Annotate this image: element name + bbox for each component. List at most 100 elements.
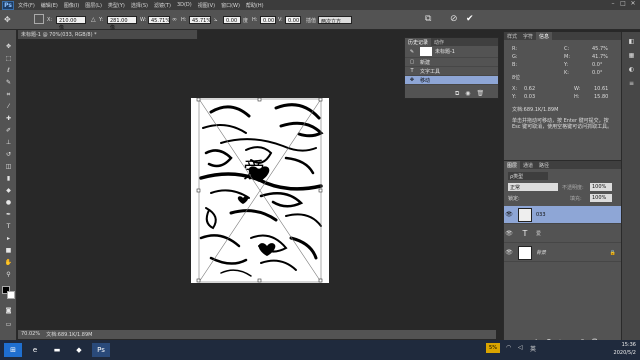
warp-icon[interactable]: ⧉ <box>425 14 431 24</box>
tab-styles[interactable]: 样式 <box>504 32 520 40</box>
v-skew-field[interactable]: 0.00 <box>285 16 301 24</box>
blur-icon[interactable]: ◆ <box>3 186 14 195</box>
delta-icon[interactable]: △ <box>91 16 96 23</box>
folder-icon[interactable]: ▬ <box>48 343 66 357</box>
link-icon[interactable]: ∞ <box>172 16 177 23</box>
h-skew-field[interactable]: 0.00 <box>260 16 276 24</box>
blend-mode-select[interactable]: 正常 <box>508 183 558 191</box>
zoom-readout[interactable]: 70.02% <box>21 331 40 338</box>
stamp-tool-icon[interactable]: ⊥ <box>3 138 14 147</box>
crop-tool-icon[interactable]: ⌗ <box>3 90 14 99</box>
move-tool-icon[interactable]: ✥ <box>3 42 14 51</box>
browser-icon[interactable]: e <box>26 343 44 357</box>
layer-row-033[interactable]: 👁 033 <box>504 206 622 224</box>
menu-window[interactable]: 窗口(W) <box>221 2 240 9</box>
rotate-field[interactable]: 0.00 <box>223 16 241 24</box>
opacity-field[interactable]: 100% <box>590 183 612 191</box>
h-field[interactable]: 45.71% <box>189 16 211 24</box>
menu-layer[interactable]: 图层(L) <box>85 2 102 9</box>
adjustments-panel-icon[interactable]: ◐ <box>626 66 637 75</box>
document-canvas[interactable]: 爱 <box>191 98 329 283</box>
tab-paths[interactable]: 路径 <box>536 161 552 169</box>
hand-tool-icon[interactable]: ✋ <box>3 258 14 267</box>
cancel-transform-icon[interactable]: ⊘ <box>450 14 458 24</box>
v-skew-label: V: <box>278 17 283 23</box>
type-tool-icon[interactable]: T <box>3 222 14 231</box>
menu-type[interactable]: 类型(Y) <box>108 2 125 9</box>
commit-transform-icon[interactable]: ✔ <box>466 14 474 24</box>
layer-row-background[interactable]: 👁 背景 🔒 <box>504 244 622 262</box>
layer-name: 爱 <box>536 231 542 237</box>
history-item-selected[interactable]: ✥ 移动 <box>405 76 498 85</box>
tab-character[interactable]: 字符 <box>520 32 536 40</box>
eyedropper-icon[interactable]: ⁄ <box>3 102 14 111</box>
fill-field[interactable]: 100% <box>590 194 612 202</box>
windows-start-icon[interactable]: ⊞ <box>4 343 22 357</box>
eye-icon[interactable]: 👁 <box>504 230 514 237</box>
screen-mode-icon[interactable]: ▭ <box>3 320 14 329</box>
dodge-icon[interactable]: ● <box>3 198 14 207</box>
photoshop-logo: Ps <box>2 0 14 10</box>
eye-icon[interactable]: 👁 <box>504 249 514 256</box>
layer-thumbnail <box>518 207 532 222</box>
history-snapshot[interactable]: ✎ 未标题-1 <box>405 46 498 58</box>
gradient-icon[interactable]: ▮ <box>3 174 14 183</box>
swatches-panel-icon[interactable]: ▦ <box>626 52 637 61</box>
properties-panel-icon[interactable]: ≡ <box>626 80 637 89</box>
healing-brush-icon[interactable]: ✚ <box>3 114 14 123</box>
type-icon: T <box>410 68 414 74</box>
menu-3d[interactable]: 3D(D) <box>177 2 192 8</box>
pen-tool-icon[interactable]: ✒ <box>3 210 14 219</box>
menu-image[interactable]: 图像(I) <box>64 2 79 9</box>
quick-select-icon[interactable]: ✎ <box>3 78 14 87</box>
store-icon[interactable]: ◆ <box>70 343 88 357</box>
menu-file[interactable]: 文件(F) <box>18 2 35 9</box>
close-icon[interactable]: ✕ <box>628 0 638 7</box>
zoom-tool-icon[interactable]: ⚲ <box>3 270 14 279</box>
path-select-icon[interactable]: ▸ <box>3 234 14 243</box>
tab-channels[interactable]: 通道 <box>520 161 536 169</box>
eraser-icon[interactable]: ◫ <box>3 162 14 171</box>
color-panel-icon[interactable]: ◧ <box>626 38 637 47</box>
history-item[interactable]: T 文字工具 <box>405 67 498 76</box>
clock[interactable]: 15:36 2020/5/2 <box>614 341 636 357</box>
menu-select[interactable]: 选择(S) <box>131 2 148 9</box>
marquee-tool-icon[interactable]: ⬚ <box>3 54 14 63</box>
w-field[interactable]: 45.71% <box>148 16 170 24</box>
ime-indicator[interactable]: 英 <box>530 344 536 353</box>
background-color-swatch[interactable] <box>7 291 15 299</box>
history-item[interactable]: ▢ 新建 <box>405 58 498 67</box>
menu-edit[interactable]: 编辑(E) <box>41 2 58 9</box>
tab-layers[interactable]: 图层 <box>504 161 521 169</box>
layer-kind-filter[interactable]: ρ类型 <box>508 172 548 180</box>
eye-icon[interactable]: 👁 <box>504 211 514 218</box>
tab-actions[interactable]: 动作 <box>431 38 447 46</box>
battery-indicator[interactable]: 5% <box>486 343 500 353</box>
bit-depth: 8位 <box>512 75 521 81</box>
photoshop-taskbar-icon[interactable]: Ps <box>92 343 110 357</box>
tab-history[interactable]: 历史记录 <box>405 38 432 46</box>
volume-icon[interactable]: ◁ <box>518 344 523 351</box>
minimize-icon[interactable]: – <box>608 0 618 7</box>
quick-mask-icon[interactable]: ◙ <box>3 306 14 315</box>
y-field[interactable]: 281.00 像 <box>107 16 137 31</box>
menu-view[interactable]: 视图(V) <box>198 2 215 9</box>
menu-help[interactable]: 帮助(H) <box>246 2 264 9</box>
snapshot-icon[interactable]: ◉ <box>465 90 470 98</box>
maximize-icon[interactable]: □ <box>618 0 628 7</box>
brush-tool-icon[interactable]: ✐ <box>3 126 14 135</box>
shape-tool-icon[interactable]: ■ <box>3 246 14 255</box>
new-document-icon[interactable]: ⧉ <box>455 90 459 98</box>
right-dock: 样式 字符 信息 R: G: B: C: 45.7% M: 41.7% Y: 0… <box>503 32 622 350</box>
layer-row-text[interactable]: 👁 T 爱 <box>504 225 622 243</box>
network-icon[interactable]: ◠ <box>506 344 511 351</box>
document-tab[interactable]: 未标题-1 @ 70%(033, RGB/8) * <box>18 30 198 39</box>
trash-icon[interactable]: 🗑 <box>477 90 485 98</box>
history-brush-icon[interactable]: ↺ <box>3 150 14 159</box>
reference-point-icon[interactable] <box>34 14 44 24</box>
interp-select[interactable]: 两次立方 <box>318 16 352 25</box>
lasso-tool-icon[interactable]: ℓ <box>3 66 14 75</box>
x-field[interactable]: 210.00 像 <box>56 16 86 31</box>
menu-filter[interactable]: 滤镜(T) <box>154 2 171 9</box>
tab-info[interactable]: 信息 <box>536 32 553 40</box>
